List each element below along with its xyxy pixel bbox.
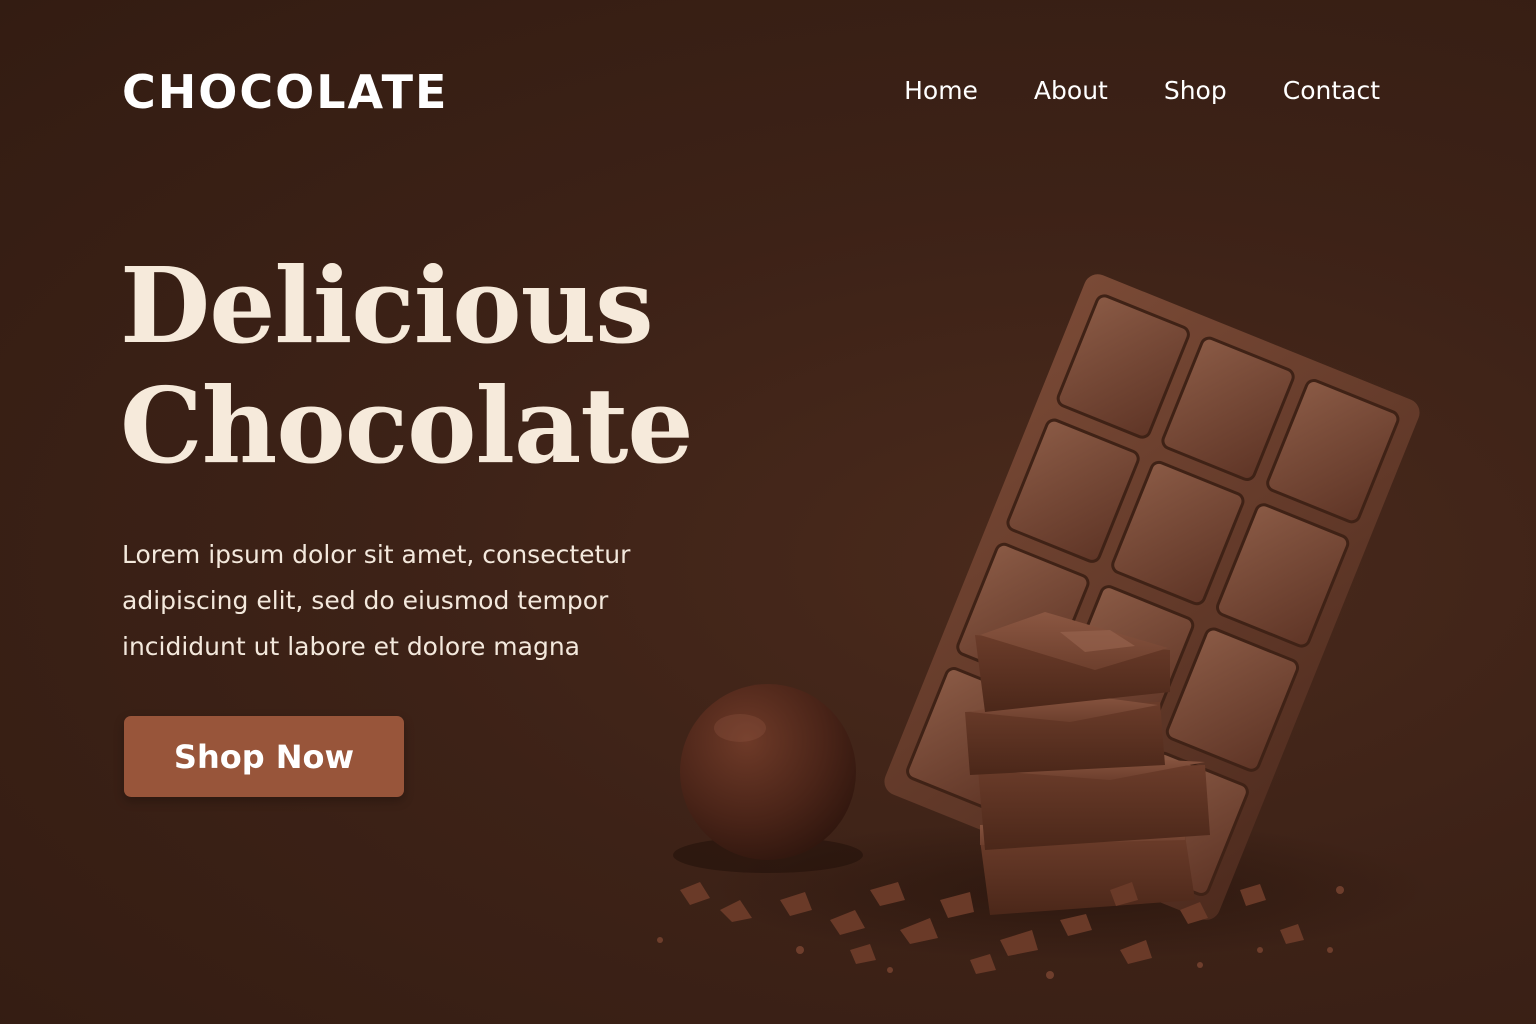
nav-link-contact[interactable]: Contact: [1283, 74, 1380, 108]
nav-link-home[interactable]: Home: [904, 74, 978, 108]
chocolate-illustration: [657, 274, 1430, 979]
hero-description-line-3: incididunt ut labore et dolore magna: [122, 632, 580, 661]
hero-description: Lorem ipsum dolor sit amet, consectetur …: [122, 532, 662, 670]
nav-link-about[interactable]: About: [1034, 74, 1108, 108]
hero-title: Delicious Chocolate: [120, 244, 694, 487]
main-nav: Home About Shop Contact: [904, 74, 1380, 108]
hero-title-line-2: Chocolate: [120, 364, 694, 487]
hero-description-line-1: Lorem ipsum dolor sit amet, consectetur: [122, 540, 631, 569]
truffle-ball: [673, 684, 863, 873]
site-logo[interactable]: CHOCOLATE: [122, 64, 448, 120]
hero-title-line-1: Delicious: [120, 244, 654, 367]
hero-description-line-2: adipiscing elit, sed do eiusmod tempor: [122, 586, 609, 615]
landing-page: CHOCOLATE Home About Shop Contact Delici…: [0, 0, 1536, 1024]
nav-link-shop[interactable]: Shop: [1164, 74, 1227, 108]
shop-now-button[interactable]: Shop Now: [124, 716, 404, 797]
